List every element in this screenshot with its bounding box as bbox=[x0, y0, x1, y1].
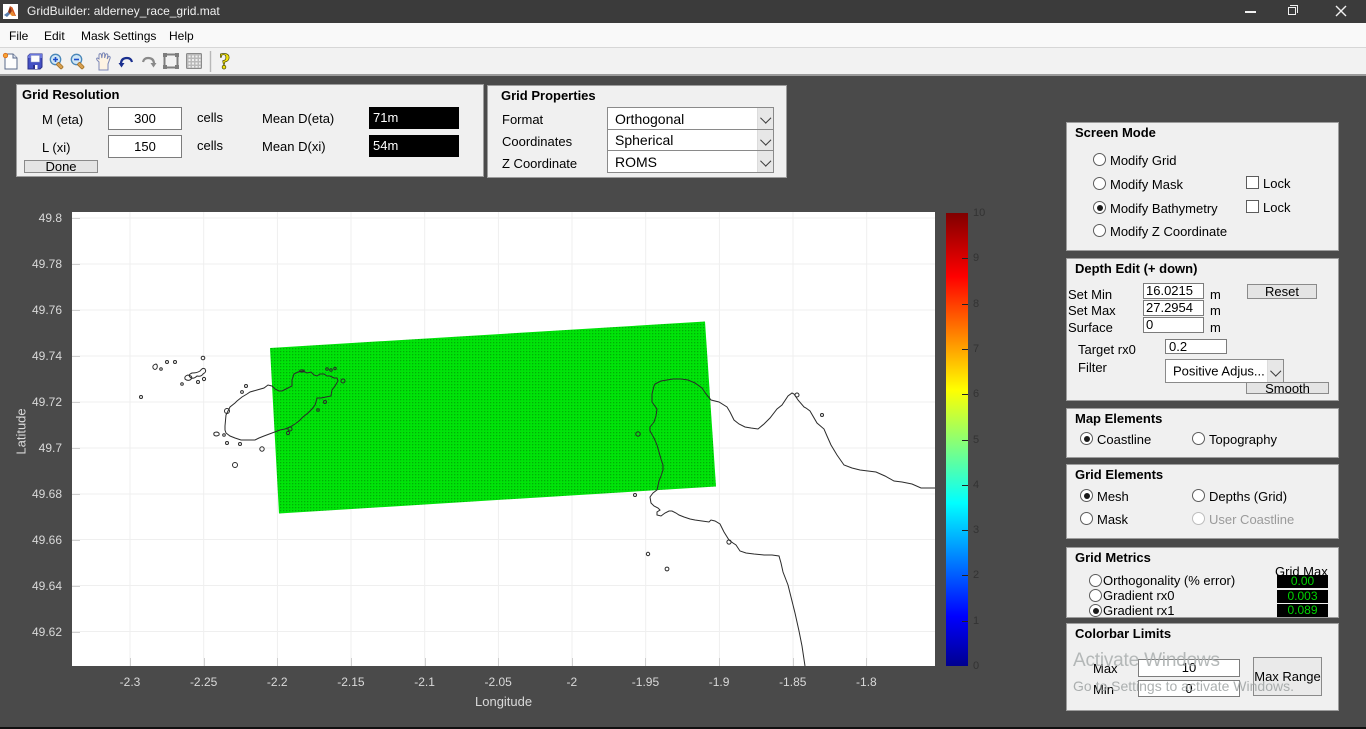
svg-text:?: ? bbox=[219, 49, 231, 74]
